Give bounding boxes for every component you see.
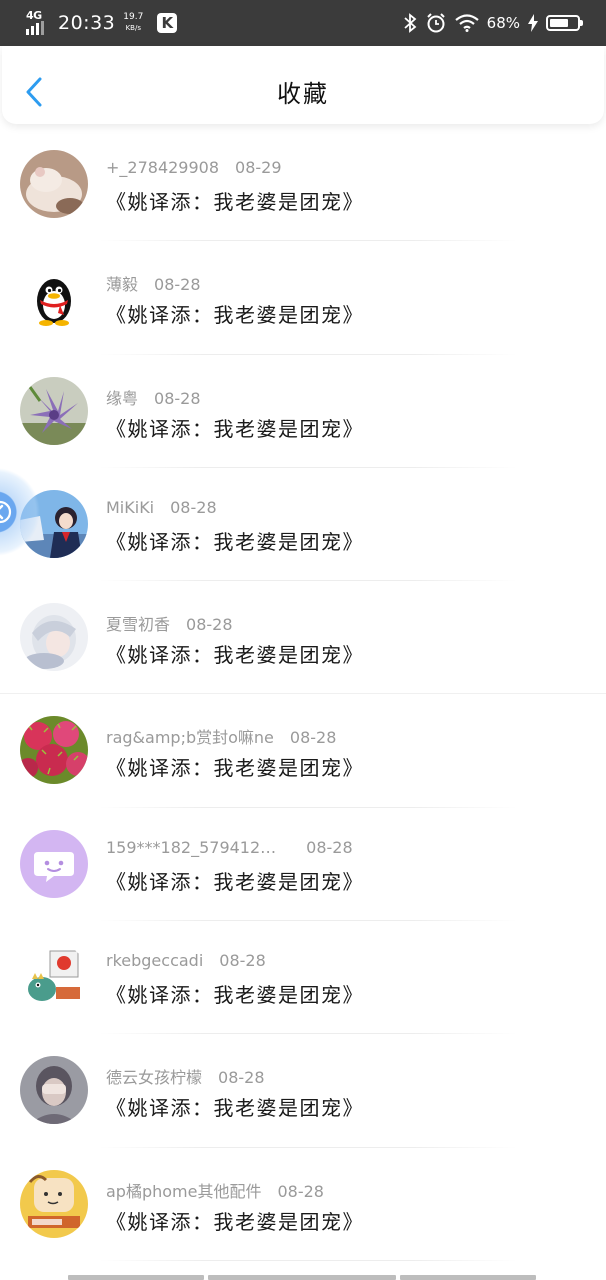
- favorite-item[interactable]: 德云女孩柠檬 08-28 《姚译添：我老婆是团宠》: [0, 1034, 606, 1148]
- item-content: 《姚译添：我老婆是团宠》: [106, 303, 364, 328]
- username: 德云女孩柠檬: [106, 1068, 203, 1088]
- item-content: 《姚译添：我老婆是团宠》: [106, 869, 364, 894]
- item-date: 08-29: [235, 158, 282, 177]
- avatar[interactable]: [20, 1169, 88, 1238]
- qq-penguin-icon: [20, 263, 88, 332]
- item-meta: 159***182_579412… 08-28: [106, 838, 353, 857]
- username: MiKiKi: [106, 497, 155, 517]
- cancer-cartoon-image: [20, 1169, 88, 1238]
- status-bar: 4G 20:33 19.7 KB/s K 68%: [0, 0, 606, 46]
- battery-percent: 68%: [486, 14, 520, 32]
- item-content: 《姚译添：我老婆是团宠》: [106, 756, 364, 781]
- avatar[interactable]: [20, 376, 88, 445]
- item-date: 08-28: [289, 728, 337, 748]
- rambutan-photo: [20, 716, 88, 785]
- girl-covering-face-photo: [20, 1056, 88, 1125]
- username: 薄毅: [106, 275, 139, 295]
- status-time: 20:33: [58, 12, 116, 34]
- username: 缘粤: [106, 388, 139, 408]
- favorite-item[interactable]: 夏雪初香 08-28 《姚译添：我老婆是团宠》: [0, 581, 606, 695]
- username: rag&amp;b赏封o嘛ne: [106, 728, 274, 748]
- favorite-item[interactable]: +_278429908 08-29 《姚译添：我老婆是团宠》: [0, 128, 606, 242]
- avatar[interactable]: [20, 943, 88, 1012]
- item-content: 《姚译添：我老婆是团宠》: [106, 529, 364, 554]
- item-content: 《姚译添：我老婆是团宠》: [106, 1209, 364, 1234]
- favorite-item[interactable]: 缘粤 08-28 《姚译添：我老婆是团宠》: [0, 355, 606, 468]
- charging-icon: [528, 14, 538, 32]
- favorite-item[interactable]: ap橘phome其他配件 08-28 《姚译添：我老婆是团宠》: [0, 1148, 606, 1261]
- item-date: 08-28: [170, 497, 217, 517]
- item-content: 《姚译添：我老婆是团宠》: [106, 416, 364, 441]
- chevron-left-circle-icon: [0, 500, 12, 524]
- item-date: 08-28: [306, 837, 353, 857]
- bluetooth-icon: [404, 13, 417, 33]
- cartoon-dinosaur-image: [20, 943, 88, 1012]
- item-content: 《姚译添：我老婆是团宠》: [106, 190, 364, 214]
- item-date: 08-28: [154, 275, 201, 295]
- item-content: 《姚译添：我老婆是团宠》: [106, 1096, 364, 1121]
- item-date: 08-28: [277, 1181, 324, 1201]
- bottom-tab-indicators: [68, 1275, 536, 1280]
- avatar[interactable]: [20, 603, 88, 672]
- divider: [98, 1259, 518, 1261]
- alarm-icon: [426, 13, 445, 33]
- page-title: 收藏: [277, 80, 329, 108]
- avatar[interactable]: [20, 263, 88, 332]
- item-meta: ap橘phome其他配件 08-28: [106, 1178, 324, 1202]
- avatar[interactable]: [20, 1056, 88, 1125]
- item-meta: 德云女孩柠檬 08-28: [106, 1064, 265, 1088]
- favorite-item[interactable]: 159***182_579412… 08-28 《姚译添：我老婆是团宠》: [0, 808, 606, 922]
- flower-photo: [20, 376, 88, 445]
- favorite-item[interactable]: 薄毅 08-28 《姚译添：我老婆是团宠》: [0, 241, 606, 355]
- avatar[interactable]: [20, 716, 88, 785]
- wifi-icon: [454, 14, 479, 32]
- item-content: 《姚译添：我老婆是团宠》: [106, 643, 364, 668]
- item-date: 08-28: [154, 388, 201, 408]
- anime-girl-white-hair-photo: [20, 603, 88, 672]
- app-notification-icon: K: [157, 13, 178, 33]
- avatar[interactable]: [20, 150, 88, 218]
- item-meta: 夏雪初香 08-28: [106, 611, 233, 635]
- item-meta: 缘粤 08-28: [106, 385, 201, 409]
- signal-icon: 4G: [26, 9, 52, 35]
- favorite-item[interactable]: MiKiKi 08-28 《姚译添：我老婆是团宠》: [0, 468, 606, 582]
- favorites-list: +_278429908 08-29 《姚译添：我老婆是团宠》 薄毅 08-28 《姚…: [0, 128, 606, 1261]
- avatar[interactable]: [20, 829, 88, 898]
- item-content: 《姚译添：我老婆是团宠》: [106, 983, 364, 1008]
- username: 夏雪初香: [106, 615, 171, 635]
- battery-icon: [546, 15, 583, 31]
- item-meta: rag&amp;b赏封o嘛ne 08-28: [106, 724, 336, 748]
- username: ap橘phome其他配件: [106, 1181, 262, 1201]
- hamster-photo: [20, 150, 88, 218]
- username: rkebgeccadi: [106, 951, 204, 971]
- item-meta: +_278429908 08-29: [106, 158, 282, 177]
- username: 159***182_579412…: [106, 837, 277, 857]
- item-date: 08-28: [219, 951, 266, 971]
- item-date: 08-28: [218, 1068, 265, 1088]
- network-speed: 19.7 KB/s: [123, 12, 144, 32]
- username: +_278429908: [106, 158, 220, 177]
- item-date: 08-28: [186, 615, 233, 635]
- item-meta: 薄毅 08-28: [106, 271, 201, 295]
- favorite-item[interactable]: rag&amp;b赏封o嘛ne 08-28 《姚译添：我老婆是团宠》: [0, 694, 606, 808]
- header-bar: 收藏: [2, 46, 604, 124]
- chat-bubble-icon: [20, 829, 88, 898]
- item-meta: rkebgeccadi 08-28: [106, 951, 266, 970]
- item-meta: MiKiKi 08-28: [106, 498, 217, 517]
- favorite-item[interactable]: rkebgeccadi 08-28 《姚译添：我老婆是团宠》: [0, 921, 606, 1035]
